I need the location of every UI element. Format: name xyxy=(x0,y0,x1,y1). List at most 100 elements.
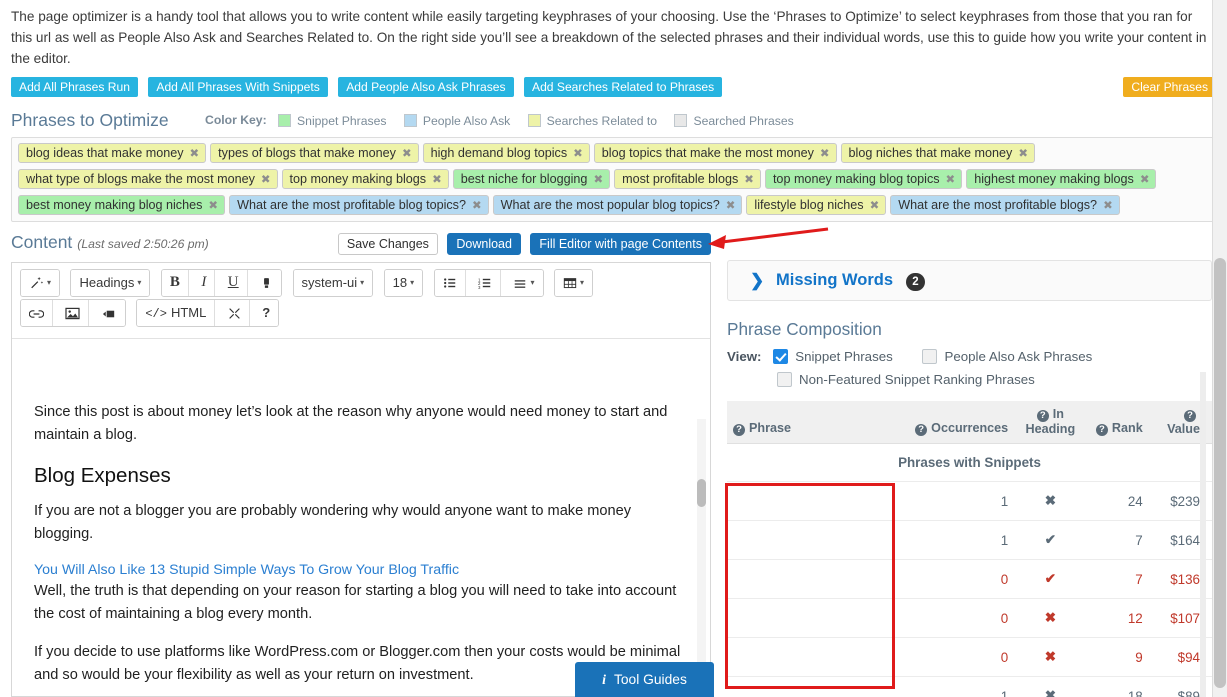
window-scrollbar-thumb[interactable] xyxy=(1214,258,1226,688)
snippet-phrases-checkbox[interactable] xyxy=(773,349,789,364)
header-phrase[interactable]: ? Phrase xyxy=(727,401,896,444)
remove-phrase-icon[interactable]: ✖ xyxy=(593,174,603,186)
add-all-phrases-with-snippets-button[interactable]: Add All Phrases With Snippets xyxy=(148,77,328,97)
checkbox-paa-phrases[interactable]: People Also Ask Phrases xyxy=(922,349,1092,364)
headings-dropdown[interactable]: Headings ▾ xyxy=(71,270,150,296)
help-icon-rank[interactable]: ? xyxy=(1095,424,1108,436)
add-searches-related-to-phrases-button[interactable]: Add Searches Related to Phrases xyxy=(524,77,723,97)
page-root: The page optimizer is a handy tool that … xyxy=(0,0,1227,697)
bold-button[interactable]: B xyxy=(161,270,189,296)
phrase-action-buttons: Add All Phrases Run Add All Phrases With… xyxy=(11,77,1216,99)
color-key-item-paa: People Also Ask xyxy=(403,113,510,128)
editor-body[interactable]: Since this post is about money let’s loo… xyxy=(12,338,710,696)
remove-phrase-icon[interactable]: ✖ xyxy=(946,174,956,186)
remove-phrase-icon[interactable]: ✖ xyxy=(472,200,482,212)
remove-phrase-icon[interactable]: ✖ xyxy=(744,174,754,186)
remove-phrase-icon[interactable]: ✖ xyxy=(573,148,583,160)
checkbox-snippet-phrases[interactable]: Snippet Phrases xyxy=(773,349,893,364)
magic-wand-icon[interactable]: ▾ xyxy=(21,270,60,296)
highlighter-icon[interactable] xyxy=(252,270,282,296)
align-icon[interactable]: ▾ xyxy=(505,270,543,296)
phrase-tag[interactable]: best niche for blogging ✖ xyxy=(452,169,611,189)
numbered-list-icon[interactable]: 123 xyxy=(470,270,502,296)
add-all-phrases-run-button[interactable]: Add All Phrases Run xyxy=(11,77,138,97)
remove-phrase-icon[interactable]: ✖ xyxy=(726,200,736,212)
help-button[interactable]: ? xyxy=(254,300,279,326)
cell-occurrences: 1 xyxy=(895,676,1015,697)
help-icon-occurrences[interactable]: ? xyxy=(915,424,928,436)
help-icon-in-heading[interactable]: ? xyxy=(1036,410,1049,422)
phrase-tag[interactable]: most profitable blogs ✖ xyxy=(614,169,761,189)
phrase-tag-label: blog niches that make money xyxy=(848,146,1013,160)
cell-phrase xyxy=(727,520,896,560)
remove-phrase-icon[interactable]: ✖ xyxy=(261,174,271,186)
tool-guides-button[interactable]: i Tool Guides xyxy=(575,662,714,697)
editor-link-row: You Will Also Like 13 Stupid Simple Ways… xyxy=(34,561,688,579)
table-row[interactable]: 1 ✖ 24 $239 xyxy=(727,481,1212,521)
remove-phrase-icon[interactable]: ✖ xyxy=(208,200,218,212)
clear-phrases-button[interactable]: Clear Phrases xyxy=(1123,77,1216,97)
non-featured-phrases-checkbox[interactable] xyxy=(777,372,792,387)
remove-phrase-icon[interactable]: ✖ xyxy=(190,148,200,160)
remove-phrase-icon[interactable]: ✖ xyxy=(402,148,412,160)
fill-editor-with-page-contents-button[interactable]: Fill Editor with page Contents xyxy=(530,233,711,255)
phrase-tag-label: what type of blogs make the most money xyxy=(26,172,255,186)
table-row[interactable]: 1 ✔ 7 $164 xyxy=(727,520,1212,560)
phrase-tag[interactable]: high demand blog topics ✖ xyxy=(422,143,590,163)
right-panel-scrollbar[interactable] xyxy=(1200,372,1206,697)
phrase-tag[interactable]: lifestyle blog niches ✖ xyxy=(746,195,887,215)
table-row[interactable]: 0 ✔ 7 $136 xyxy=(727,559,1212,599)
image-icon[interactable] xyxy=(57,300,90,326)
font-size-dropdown[interactable]: 18 ▾ xyxy=(384,270,423,296)
help-icon-phrase[interactable]: ? xyxy=(733,424,745,436)
phrase-tag[interactable]: blog topics that make the most money ✖ xyxy=(593,143,837,163)
phrase-tag[interactable]: blog ideas that make money ✖ xyxy=(18,143,207,163)
paa-phrases-checkbox[interactable] xyxy=(922,349,938,364)
remove-phrase-icon[interactable]: ✖ xyxy=(870,200,880,212)
phrase-tag[interactable]: highest money making blogs ✖ xyxy=(966,169,1157,189)
phrase-tag[interactable]: top money making blog topics ✖ xyxy=(764,169,963,189)
fullscreen-icon[interactable] xyxy=(219,300,250,326)
header-occurrences[interactable]: ? Occurrences xyxy=(895,401,1015,444)
phrase-tag[interactable]: What are the most profitable blogs? ✖ xyxy=(890,195,1120,215)
cell-in-heading: ✖ xyxy=(1014,637,1087,677)
italic-button[interactable]: I xyxy=(193,270,216,296)
underline-button[interactable]: U xyxy=(219,270,248,296)
video-icon[interactable] xyxy=(93,300,125,326)
remove-phrase-icon[interactable]: ✖ xyxy=(1140,174,1150,186)
table-row[interactable]: 1 ✖ 18 $89 xyxy=(727,676,1212,697)
color-key-item-snippet: Snippet Phrases xyxy=(278,113,387,128)
missing-words-accordion[interactable]: ❯ Missing Words 2 xyxy=(727,260,1212,301)
phrase-tag[interactable]: best money making blog niches ✖ xyxy=(18,195,226,215)
help-icon-value[interactable]: ? xyxy=(1184,410,1196,422)
remove-phrase-icon[interactable]: ✖ xyxy=(432,174,442,186)
remove-phrase-icon[interactable]: ✖ xyxy=(1103,200,1113,212)
phrase-tag[interactable]: What are the most popular blog topics? ✖ xyxy=(492,195,743,215)
download-button[interactable]: Download xyxy=(447,233,521,255)
table-row[interactable]: 0 ✖ 9 $94 xyxy=(727,637,1212,677)
bullet-list-icon[interactable] xyxy=(434,270,466,296)
phrase-tag[interactable]: blog niches that make money ✖ xyxy=(840,143,1035,163)
editor-scrollbar-track[interactable] xyxy=(697,419,706,696)
editor-paragraph: Since this post is about money let’s loo… xyxy=(34,404,668,443)
color-key-snippet-label: Snippet Phrases xyxy=(297,113,387,128)
table-row[interactable]: 0 ✖ 12 $107 xyxy=(727,598,1212,638)
font-family-dropdown[interactable]: system-ui ▾ xyxy=(293,270,373,296)
link-icon[interactable] xyxy=(21,300,53,326)
editor-scrollbar-thumb[interactable] xyxy=(697,479,706,507)
phrase-tag[interactable]: types of blogs that make money ✖ xyxy=(210,143,419,163)
save-changes-button[interactable]: Save Changes xyxy=(337,233,438,255)
header-rank[interactable]: ? Rank xyxy=(1086,401,1149,444)
phrase-tag[interactable]: What are the most profitable blog topics… xyxy=(229,195,489,215)
cell-in-heading: ✖ xyxy=(1014,481,1087,521)
editor-inline-link[interactable]: You Will Also Like 13 Stupid Simple Ways… xyxy=(34,562,459,578)
add-people-also-ask-phrases-button[interactable]: Add People Also Ask Phrases xyxy=(338,77,514,97)
checkbox-non-featured-phrases[interactable]: Non-Featured Snippet Ranking Phrases xyxy=(777,372,1035,387)
remove-phrase-icon[interactable]: ✖ xyxy=(820,148,830,160)
phrase-tag[interactable]: what type of blogs make the most money ✖ xyxy=(18,169,278,189)
table-icon[interactable]: ▾ xyxy=(554,270,592,296)
header-in-heading[interactable]: ? In Heading xyxy=(1014,401,1087,444)
remove-phrase-icon[interactable]: ✖ xyxy=(1018,148,1028,160)
phrase-tag[interactable]: top money making blogs ✖ xyxy=(281,169,449,189)
html-source-button[interactable]: </> HTML xyxy=(137,300,216,326)
